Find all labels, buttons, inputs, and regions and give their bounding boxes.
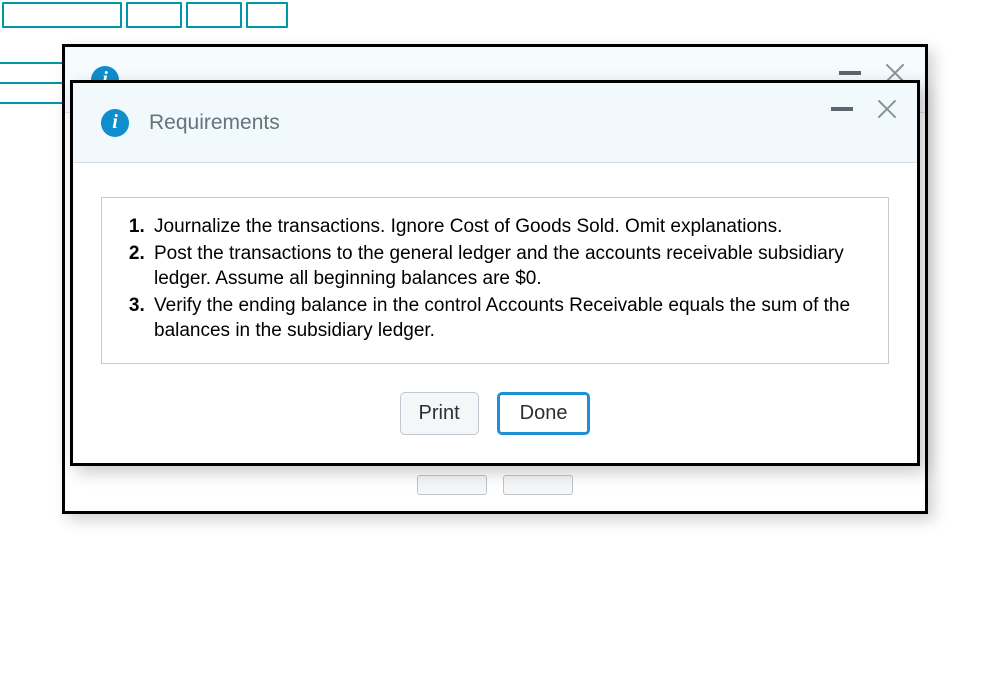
close-icon[interactable] xyxy=(877,99,897,119)
bg-cell xyxy=(126,2,182,28)
list-item: Verify the ending balance in the control… xyxy=(150,293,866,343)
dialog-header: i Requirements xyxy=(73,83,917,163)
background-hr-lines xyxy=(0,62,70,122)
list-item: Post the transactions to the general led… xyxy=(150,241,866,291)
background-grid-cells xyxy=(0,0,288,28)
list-item: Journalize the transactions. Ignore Cost… xyxy=(150,214,866,239)
background-dialog-footer xyxy=(65,475,925,495)
minimize-button[interactable] xyxy=(831,107,853,111)
dialog-button-row: Print Done xyxy=(101,392,889,435)
bg-cell xyxy=(186,2,242,28)
bg-cell xyxy=(246,2,288,28)
done-button[interactable]: Done xyxy=(497,392,591,435)
requirements-dialog: i Requirements Journalize the transactio… xyxy=(70,80,920,466)
dialog-title: Requirements xyxy=(149,111,280,135)
minimize-button[interactable] xyxy=(839,71,861,75)
ghost-button xyxy=(503,475,573,495)
dialog-body: Journalize the transactions. Ignore Cost… xyxy=(73,163,917,463)
bg-cell xyxy=(2,2,122,28)
ghost-button xyxy=(417,475,487,495)
requirements-list: Journalize the transactions. Ignore Cost… xyxy=(124,214,866,343)
info-icon: i xyxy=(101,109,129,137)
requirements-box: Journalize the transactions. Ignore Cost… xyxy=(101,197,889,364)
print-button[interactable]: Print xyxy=(400,392,479,435)
